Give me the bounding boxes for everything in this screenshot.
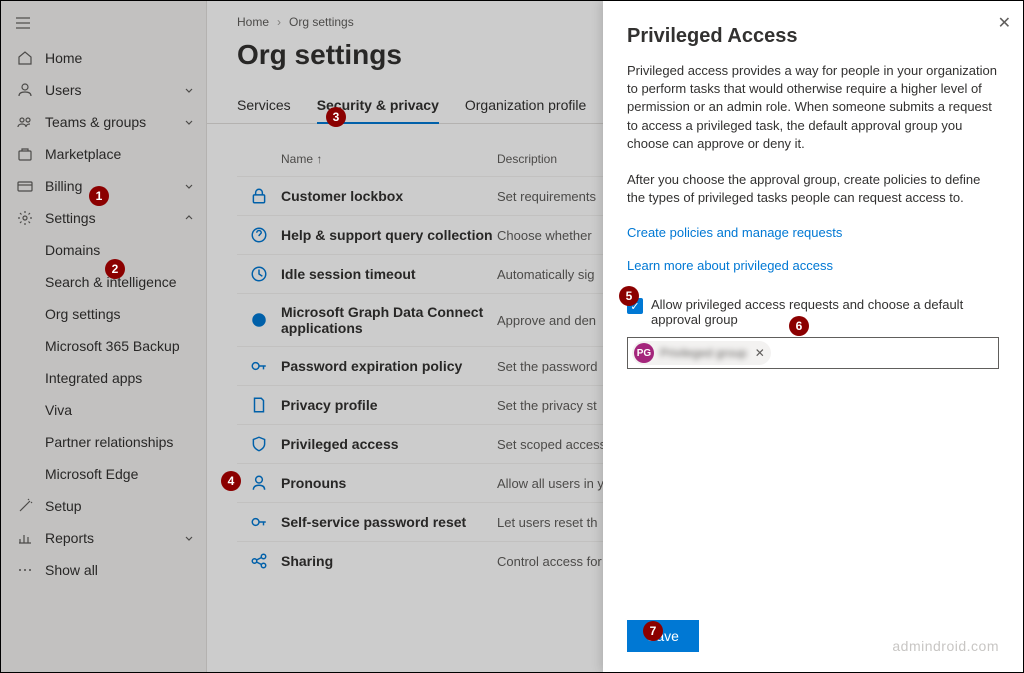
checkbox-label: Allow privileged access requests and cho… xyxy=(651,297,999,327)
privileged-access-panel: ✕ Privileged Access Privileged access pr… xyxy=(603,1,1023,672)
approval-group-picker[interactable]: PG Privileged group ✕ xyxy=(627,337,999,369)
panel-title: Privileged Access xyxy=(627,25,999,48)
avatar: PG xyxy=(634,343,654,363)
panel-description-1: Privileged access provides a way for peo… xyxy=(627,62,999,153)
step-bubble-2: 2 xyxy=(105,259,125,279)
panel-description-2: After you choose the approval group, cre… xyxy=(627,171,999,207)
step-bubble-1: 1 xyxy=(89,186,109,206)
watermark: admindroid.com xyxy=(892,638,999,654)
step-bubble-7: 7 xyxy=(643,621,663,641)
close-icon[interactable]: ✕ xyxy=(998,13,1011,33)
step-bubble-5: 5 xyxy=(619,286,639,306)
step-bubble-3: 3 xyxy=(326,107,346,127)
overlay-dim xyxy=(1,1,603,672)
group-chip: PG Privileged group ✕ xyxy=(632,341,771,365)
chip-text: Privileged group xyxy=(660,346,747,360)
step-bubble-6: 6 xyxy=(789,316,809,336)
step-bubble-4: 4 xyxy=(221,471,241,491)
save-button[interactable]: Save xyxy=(627,620,699,652)
link-learn-more[interactable]: Learn more about privileged access xyxy=(627,258,999,273)
link-create-policies[interactable]: Create policies and manage requests xyxy=(627,225,999,240)
remove-chip-icon[interactable]: ✕ xyxy=(755,346,765,360)
